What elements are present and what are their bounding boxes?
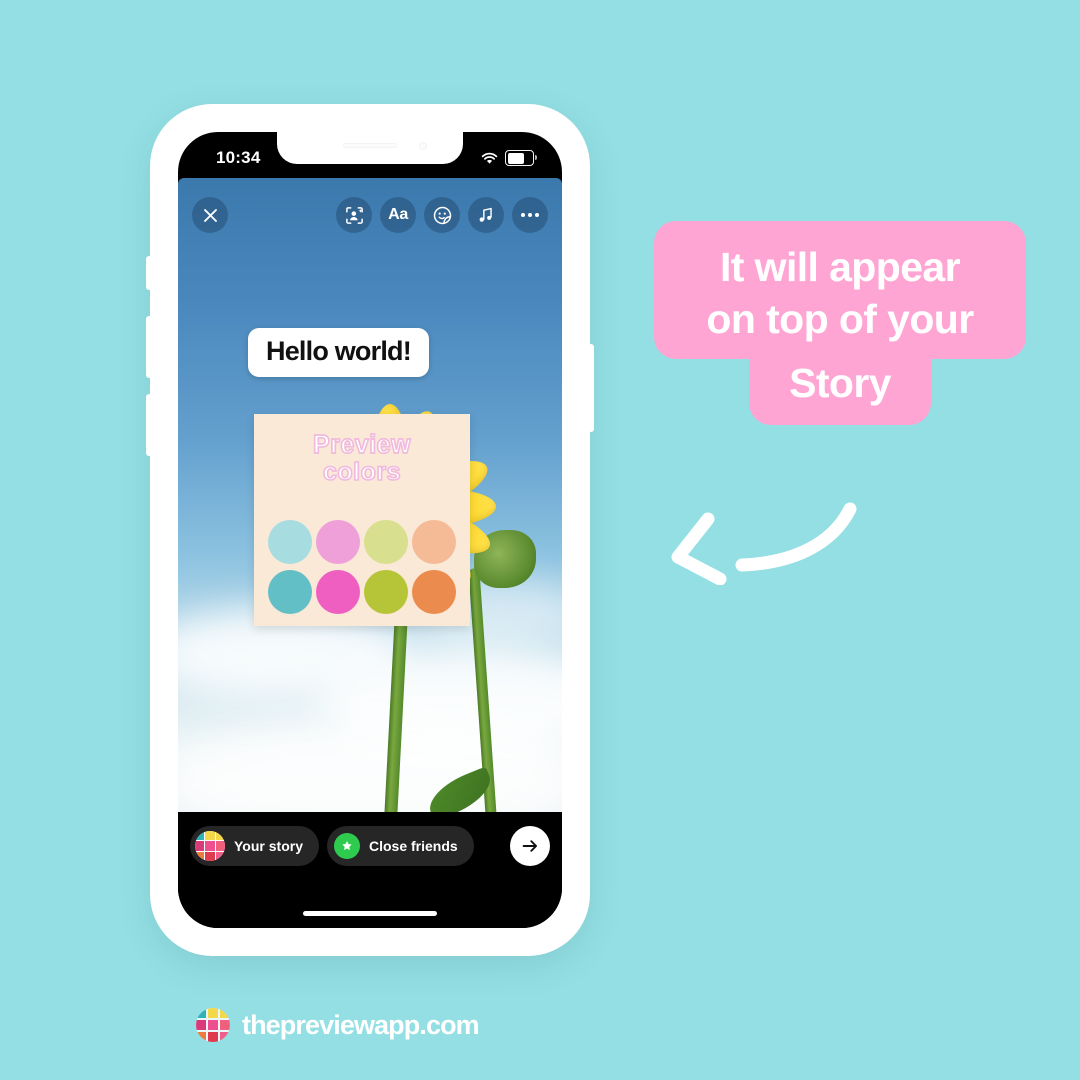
swatch-light-teal — [268, 520, 312, 564]
story-toolbar: Aa — [178, 188, 562, 242]
text-tool-label: Aa — [388, 206, 408, 223]
sticker-title-line2: colors — [322, 458, 402, 487]
swatch-light-olive — [364, 520, 408, 564]
caption-text: Hello world! — [266, 336, 412, 366]
close-x-icon[interactable] — [192, 197, 228, 233]
callout-main-block: It will appear on top of your — [654, 221, 1026, 360]
your-story-button[interactable]: Your story — [190, 826, 319, 866]
phone-mockup: 10:34 Aa Hello world! Preview colors You… — [146, 104, 594, 956]
callout-line-1: It will appear — [720, 244, 961, 290]
callout-line-2: on top of your — [706, 296, 974, 343]
close-friends-label: Close friends — [368, 838, 458, 854]
front-camera — [419, 142, 427, 150]
text-tool[interactable]: Aa — [380, 197, 416, 233]
home-indicator — [303, 911, 437, 916]
poster-canvas: 10:34 Aa Hello world! Preview colors You… — [0, 0, 1080, 1080]
callout-line-3: Story — [749, 343, 931, 426]
your-story-label: Your story — [234, 838, 303, 854]
arrow-right-icon[interactable] — [510, 826, 550, 866]
swatch-teal — [268, 570, 312, 614]
swatch-light-peach — [412, 520, 456, 564]
earpiece-speaker — [343, 143, 397, 148]
more-options-icon[interactable] — [512, 197, 548, 233]
status-time: 10:34 — [216, 148, 261, 167]
curved-left-arrow-icon — [660, 495, 860, 586]
preview-app-logo-icon — [196, 1008, 230, 1042]
story-caption[interactable]: Hello world! — [248, 328, 429, 377]
silent-switch[interactable] — [146, 256, 152, 290]
avatar — [195, 831, 225, 861]
sticker-icon[interactable] — [424, 197, 460, 233]
phone-notch — [277, 132, 463, 164]
swatch-magenta — [316, 570, 360, 614]
callout-bubble: It will appear on top of your Story — [654, 221, 1026, 426]
color-swatch-grid — [268, 520, 456, 614]
phone-screen: 10:34 Aa Hello world! Preview colors You… — [178, 132, 562, 928]
swatch-orange — [412, 570, 456, 614]
swatch-olive — [364, 570, 408, 614]
tool-group: Aa — [336, 197, 548, 233]
story-share-bar: Your story Close friends — [178, 812, 562, 928]
effects-avatar-icon[interactable] — [336, 197, 372, 233]
preview-colors-sticker[interactable]: Preview colors — [254, 414, 470, 626]
music-icon[interactable] — [468, 197, 504, 233]
swatch-light-pink — [316, 520, 360, 564]
footer-brand-text: thepreviewapp.com — [242, 1009, 480, 1040]
footer-brand: thepreviewapp.com — [196, 1008, 480, 1042]
sticker-title-line1: Preview — [312, 430, 411, 460]
volume-up-button[interactable] — [146, 316, 152, 378]
volume-down-button[interactable] — [146, 394, 152, 456]
wifi-icon — [481, 152, 498, 165]
sticker-title: Preview colors — [254, 430, 470, 487]
battery-icon — [505, 150, 537, 166]
close-friends-star-icon — [333, 833, 360, 859]
close-friends-button[interactable]: Close friends — [326, 826, 474, 866]
status-indicators — [481, 150, 537, 166]
power-button[interactable] — [588, 344, 594, 432]
